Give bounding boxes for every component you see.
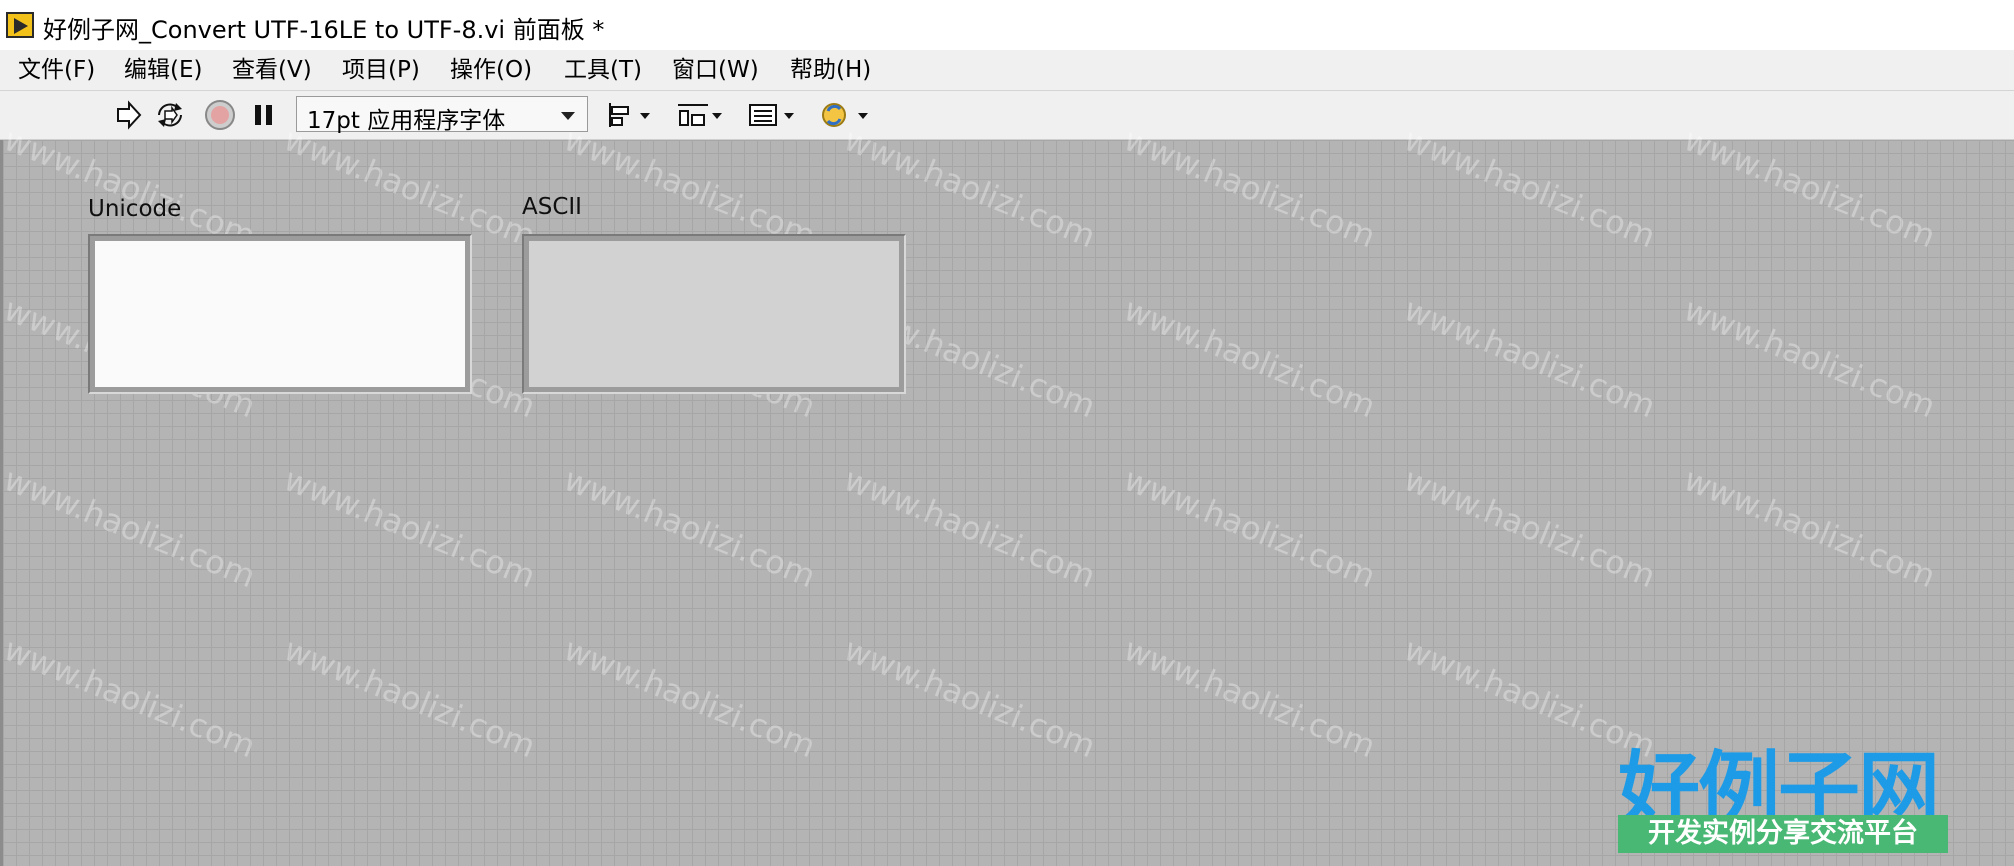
resize-objects-icon[interactable] xyxy=(746,97,798,133)
ascii-label: ASCII xyxy=(522,194,582,220)
menu-operate[interactable]: 操作(O) xyxy=(442,54,540,86)
menu-project[interactable]: 项目(P) xyxy=(334,54,428,86)
menu-window[interactable]: 窗口(W) xyxy=(664,54,767,86)
chevron-down-icon xyxy=(561,112,575,120)
ascii-indicator-frame xyxy=(522,234,906,394)
toolbar: 17pt 应用程序字体 xyxy=(0,91,2014,140)
menu-edit[interactable]: 编辑(E) xyxy=(116,54,210,86)
unicode-input[interactable] xyxy=(95,241,465,387)
watermark-text: www.haolizi.com xyxy=(1118,630,1381,766)
unicode-label: Unicode xyxy=(88,196,182,222)
watermark-text: www.haolizi.com xyxy=(838,630,1101,766)
run-arrow-icon[interactable] xyxy=(110,97,146,133)
menu-help[interactable]: 帮助(H) xyxy=(782,54,879,86)
menu-view[interactable]: 查看(V) xyxy=(224,54,320,86)
ascii-output xyxy=(529,241,899,387)
abort-icon[interactable] xyxy=(202,97,238,133)
watermark-text: www.haolizi.com xyxy=(1398,290,1661,426)
menu-bar: 文件(F) 编辑(E) 查看(V) 项目(P) 操作(O) 工具(T) 窗口(W… xyxy=(0,50,2014,91)
watermark-text: www.haolizi.com xyxy=(278,460,541,596)
window-title: 好例子网_Convert UTF-16LE to UTF-8.vi 前面板 * xyxy=(43,16,605,44)
watermark-text: www.haolizi.com xyxy=(838,460,1101,596)
watermark-text: www.haolizi.com xyxy=(1678,290,1941,426)
watermark-text: www.haolizi.com xyxy=(1118,290,1381,426)
brand-logo: 好例子网 开发实例分享交流平台 xyxy=(1618,723,1948,853)
watermark-text: www.haolizi.com xyxy=(558,460,821,596)
watermark-text: www.haolizi.com xyxy=(558,630,821,766)
brand-subtitle: 开发实例分享交流平台 xyxy=(1618,815,1948,853)
watermark-text: www.haolizi.com xyxy=(1398,460,1661,596)
align-objects-icon[interactable] xyxy=(604,97,654,133)
watermark-text: www.haolizi.com xyxy=(1118,460,1381,596)
run-continuously-icon[interactable] xyxy=(152,97,188,133)
reorder-icon[interactable] xyxy=(818,97,872,133)
watermark-text: www.haolizi.com xyxy=(1678,120,1941,256)
unicode-control-frame xyxy=(88,234,472,394)
watermark-text: www.haolizi.com xyxy=(278,630,541,766)
watermark-text: www.haolizi.com xyxy=(0,630,261,766)
font-size-dropdown[interactable]: 17pt 应用程序字体 xyxy=(296,96,588,134)
font-size-value: 17pt 应用程序字体 xyxy=(307,108,506,134)
labview-vi-icon xyxy=(6,12,34,38)
watermark-text: www.haolizi.com xyxy=(1398,120,1661,256)
watermark-text: www.haolizi.com xyxy=(0,460,261,596)
menu-file[interactable]: 文件(F) xyxy=(10,54,103,86)
watermark-text: www.haolizi.com xyxy=(1118,120,1381,256)
title-bar: 好例子网_Convert UTF-16LE to UTF-8.vi 前面板 * xyxy=(0,0,2014,50)
menu-tools[interactable]: 工具(T) xyxy=(556,54,650,86)
watermark-text: www.haolizi.com xyxy=(1678,460,1941,596)
distribute-objects-icon[interactable] xyxy=(674,97,726,133)
pause-icon[interactable] xyxy=(246,97,282,133)
